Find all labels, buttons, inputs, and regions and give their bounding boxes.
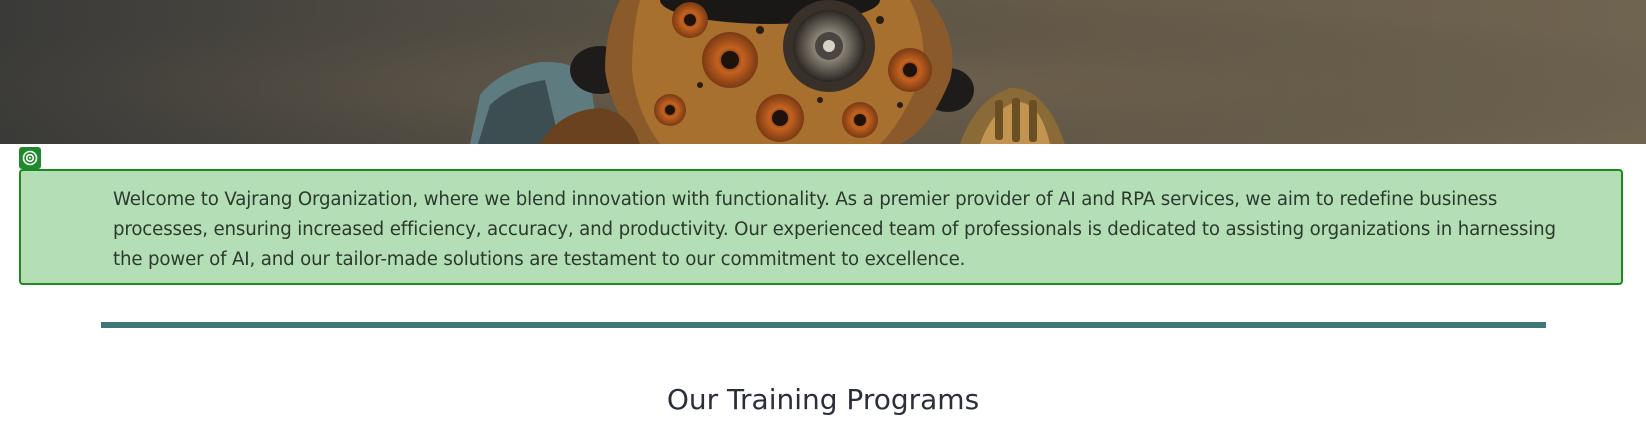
intro-callout: Welcome to Vajrang Organization, where w… [19, 169, 1623, 285]
page: Welcome to Vajrang Organization, where w… [0, 0, 1646, 438]
section-divider [101, 322, 1546, 328]
target-icon[interactable] [19, 147, 41, 169]
intro-text: Welcome to Vajrang Organization, where w… [113, 189, 1556, 270]
hero-image [0, 0, 1646, 144]
section-title: Our Training Programs [666, 383, 980, 416]
robot-illustration [0, 0, 1646, 144]
